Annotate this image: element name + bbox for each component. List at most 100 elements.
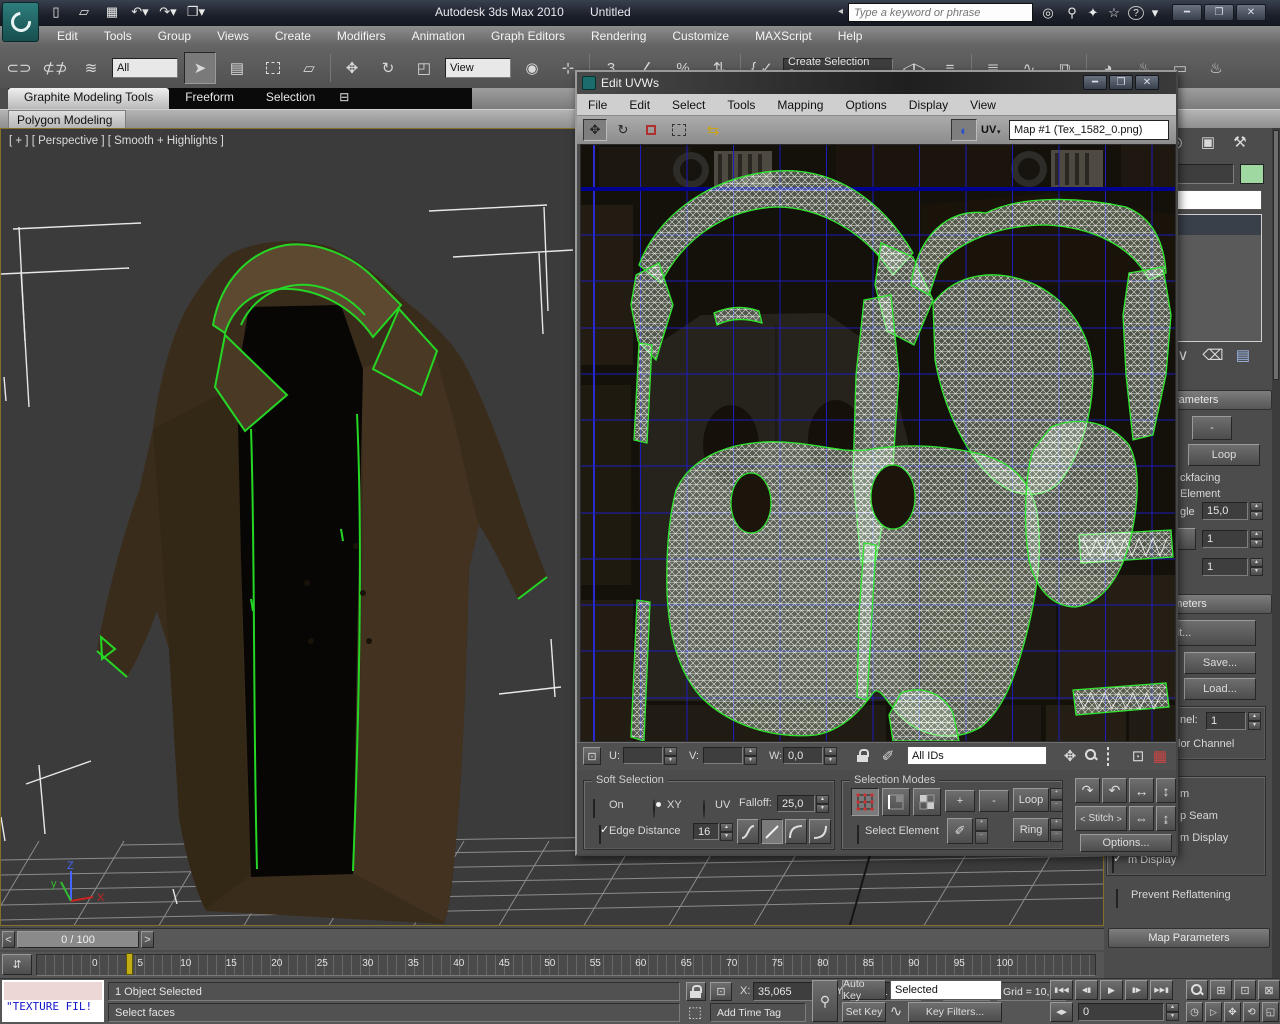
maximize-viewport-icon[interactable]: ◱ — [1262, 1002, 1279, 1022]
close-button[interactable]: ✕ — [1236, 4, 1266, 21]
edge-distance-field[interactable]: 16 — [693, 823, 719, 840]
map-selector-dropdown[interactable]: Map #1 (Tex_1582_0.png) — [1009, 120, 1169, 140]
app-menu-button[interactable] — [2, 2, 39, 42]
falloff-smooth-curve-icon[interactable] — [737, 819, 759, 844]
absolute-typein-toggle-icon[interactable]: ⊡ — [583, 747, 601, 765]
falloff-field[interactable]: 25,0 — [777, 795, 815, 812]
open-file-icon[interactable]: ▱ — [72, 2, 96, 22]
key-tangent-icon[interactable]: ∿ — [888, 1002, 904, 1020]
key-filters-button[interactable]: Key Filters... — [908, 1002, 1002, 1022]
stitch-button[interactable]: < Stitch > — [1075, 806, 1127, 831]
soft-selection-on-checkbox[interactable] — [593, 799, 595, 818]
subscription-key-icon[interactable]: ⚲ — [1065, 3, 1079, 23]
ribbon-minimize-icon[interactable]: ⊟ — [331, 88, 357, 109]
falloff-linear-curve-icon[interactable] — [761, 819, 783, 844]
new-file-icon[interactable]: ▯ — [44, 2, 68, 22]
planar-angle-spinner[interactable]: ▲▼ — [1250, 502, 1263, 520]
menu-item[interactable]: Tools — [91, 29, 145, 43]
map-channel-spinner[interactable]: ▲▼ — [1248, 712, 1261, 730]
panel-scrollbar[interactable] — [1272, 128, 1280, 978]
redo-icon[interactable]: ↷▾ — [156, 2, 180, 22]
rotate-tool-icon[interactable]: ↻ — [611, 119, 635, 141]
falloff-slow-curve-icon[interactable] — [809, 819, 831, 844]
search-input[interactable] — [848, 3, 1033, 22]
polygon-modeling-tab[interactable]: Polygon Modeling — [8, 110, 126, 129]
mini-curve-editor-icon[interactable]: ⇵ — [2, 954, 32, 975]
stitch-next-icon[interactable]: > — [1117, 814, 1122, 824]
w-spinner[interactable]: ▲▼ — [824, 747, 837, 764]
v-spinner[interactable]: ▲▼ — [744, 747, 757, 764]
next-frame-button[interactable]: > — [141, 931, 154, 948]
dialog-maximize-button[interactable]: ❐ — [1109, 75, 1133, 90]
menu-item[interactable]: Views — [204, 29, 262, 43]
isolate-mode-icon[interactable]: ⬚ — [686, 1003, 704, 1021]
zoom-to-gizmo-icon[interactable]: ▦ — [1149, 744, 1171, 768]
dialog-close-button[interactable]: ✕ — [1135, 75, 1159, 90]
smoothing-group-field[interactable]: 1 — [1202, 558, 1248, 576]
field-of-view-icon[interactable]: ▷ — [1205, 1002, 1222, 1022]
menu-item[interactable]: Create — [262, 29, 324, 43]
current-frame-field[interactable]: 0 — [1078, 1003, 1164, 1021]
rotate-minus90-icon[interactable]: ↶ — [1102, 778, 1127, 803]
ribbon-tab-selection[interactable]: Selection — [250, 88, 331, 109]
zoom-extents-all-icon[interactable]: ⊠ — [1258, 980, 1280, 1000]
previous-frame-button[interactable]: < — [2, 931, 15, 948]
falloff-fast-curve-icon[interactable] — [785, 819, 807, 844]
ribbon-tab-graphite[interactable]: Graphite Modeling Tools — [8, 88, 169, 109]
listener-pink-row[interactable] — [4, 982, 102, 1000]
scale-tool-icon[interactable] — [639, 119, 663, 141]
dialog-menu-item[interactable]: Tools — [716, 98, 766, 112]
ring-spinner[interactable]: +− — [1050, 818, 1063, 842]
rectangular-selection-region-icon[interactable] — [258, 53, 288, 83]
key-mode-dropdown[interactable]: Selected — [890, 980, 1002, 1000]
set-key-button[interactable]: Set Key — [842, 1002, 886, 1022]
dialog-menu-item[interactable]: Select — [661, 98, 716, 112]
move-tool-icon[interactable]: ✥ — [583, 119, 607, 141]
u-field[interactable] — [623, 747, 663, 764]
search-icon[interactable]: ◎ — [1038, 3, 1058, 23]
next-frame-icon[interactable]: ▮▶ — [1125, 980, 1148, 1000]
paint-select-brush-icon[interactable]: ✐ — [947, 818, 973, 844]
select-object-icon[interactable]: ➤ — [184, 52, 216, 84]
menu-item[interactable]: MAXScript — [742, 29, 825, 43]
map-channel-field[interactable]: 1 — [1206, 712, 1246, 730]
u-spinner[interactable]: ▲▼ — [664, 747, 677, 764]
dialog-menu-item[interactable]: Edit — [618, 98, 661, 112]
ring-button[interactable]: Ring — [1013, 818, 1049, 842]
align-horizontal-icon[interactable]: ↔ — [1129, 778, 1154, 803]
minimize-button[interactable]: ━ — [1172, 4, 1202, 21]
uv-channel-toggle[interactable]: UV — [981, 124, 996, 136]
bind-to-spacewarp-icon[interactable]: ≋ — [76, 53, 106, 83]
configure-modifier-sets-icon[interactable]: ▤ — [1234, 346, 1252, 364]
favorites-star-icon[interactable]: ☆ — [1107, 3, 1121, 23]
edge-mode-icon[interactable] — [882, 788, 910, 816]
restore-button[interactable]: ❐ — [1204, 4, 1234, 21]
stitch-prev-icon[interactable]: < — [1080, 814, 1085, 824]
orbit-icon[interactable]: ⟲ — [1243, 1002, 1260, 1022]
listener-text[interactable]: "TEXTURE FIL! — [4, 1000, 102, 1020]
zoom-all-icon[interactable]: ⊞ — [1210, 980, 1232, 1000]
search-collapse-icon[interactable]: ◂ — [838, 6, 843, 17]
save-file-icon[interactable]: ▦ — [100, 2, 124, 22]
dialog-title-bar[interactable]: Edit UVWs ━ ❐ ✕ — [577, 72, 1176, 94]
utilities-tab-icon[interactable]: ⚒ — [1226, 130, 1254, 154]
vertex-mode-icon[interactable] — [851, 788, 879, 816]
select-element-checkbox[interactable] — [857, 825, 859, 844]
show-map-toggle-icon[interactable]: ◐ — [951, 119, 977, 141]
ribbon-tab-freeform[interactable]: Freeform — [169, 88, 250, 109]
remove-modifier-icon[interactable]: ⌫ — [1204, 346, 1222, 364]
smoothing-group-spinner[interactable]: ▲▼ — [1250, 558, 1263, 576]
shrink-selection-button-dialog[interactable]: - — [979, 790, 1009, 812]
selection-filter-dropdown[interactable]: All — [112, 58, 178, 78]
selection-lock-icon[interactable] — [686, 982, 706, 1001]
save-uvs-button[interactable]: Save... — [1184, 652, 1256, 674]
options-button[interactable]: Options... — [1080, 834, 1172, 852]
loop-button[interactable]: Loop — [1013, 788, 1049, 812]
filter-selected-faces-icon[interactable]: ✐ — [877, 744, 899, 768]
matid-filter-dropdown[interactable]: All IDs — [907, 746, 1047, 765]
zoom-region-icon[interactable] — [1107, 748, 1109, 766]
time-tag-field[interactable]: Add Time Tag — [710, 1003, 806, 1022]
go-to-start-icon[interactable]: ▮◀◀ — [1050, 980, 1073, 1000]
load-uvs-button[interactable]: Load... — [1184, 678, 1256, 700]
matid-field[interactable]: 1 — [1202, 530, 1248, 548]
